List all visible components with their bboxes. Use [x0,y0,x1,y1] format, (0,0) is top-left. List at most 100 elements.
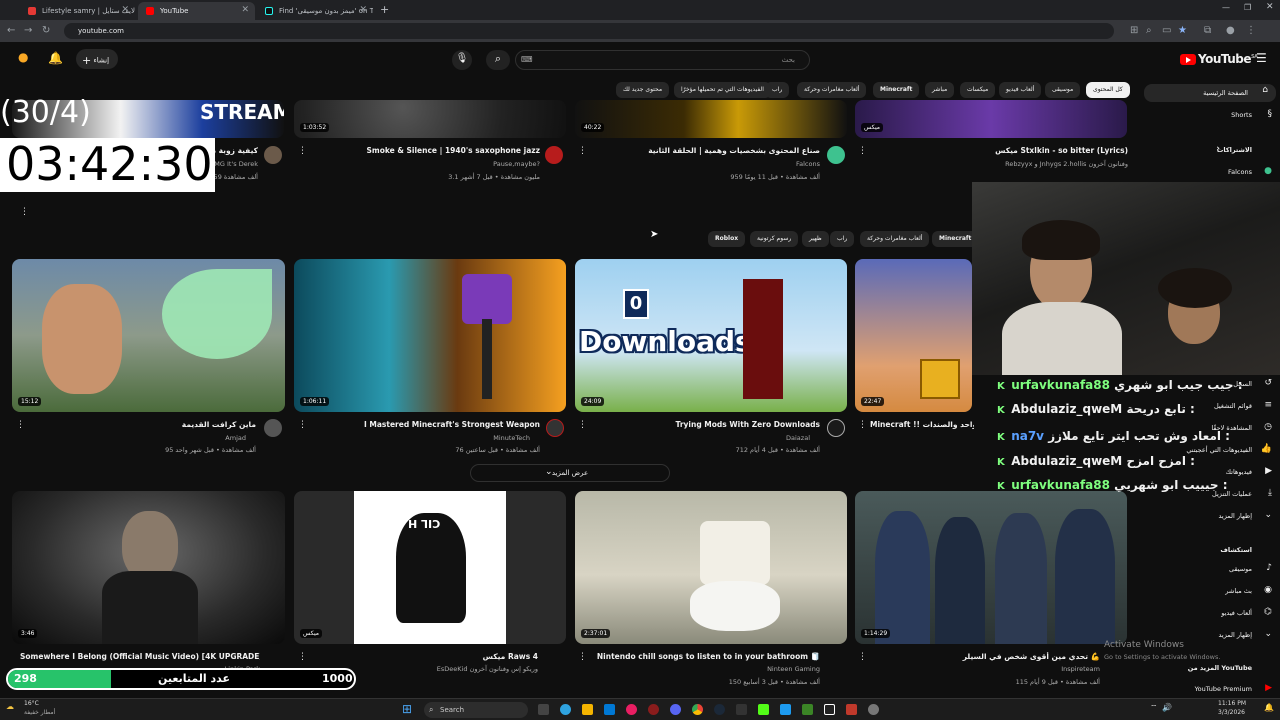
video-menu-icon[interactable]: ⋮ [578,652,587,662]
back-icon[interactable]: ← [7,25,15,36]
video-title[interactable]: تحدي مين أقوى شخص في السيلر 💪 [870,652,1100,661]
sidebar-header-subscriptions[interactable]: الاشتراكات › [1140,143,1280,157]
bookmark-star-icon[interactable]: ★ [1178,25,1187,36]
chip-all[interactable]: كل المحتوى [1086,82,1130,98]
taskbar-search-input[interactable]: ⌕ Search [424,702,528,718]
video-channel[interactable]: Inspireteam [870,665,1100,673]
app-icon[interactable] [626,704,637,715]
video-thumbnail[interactable]: 1:03:52 [294,100,566,138]
video-title[interactable]: ماين كرافت القديمة [30,420,256,429]
sidebar-item-music[interactable]: موسيقى ♪ [1140,562,1280,576]
obs-icon[interactable] [736,704,747,715]
windows-start-icon[interactable]: ⊞ [402,702,412,716]
close-window-icon[interactable]: ✕ [1266,2,1274,12]
settings-icon[interactable] [868,704,879,715]
extensions-icon[interactable]: ⧉ [1204,25,1211,36]
video-menu-icon[interactable]: ⋮ [298,146,307,156]
video-menu-icon[interactable]: ⋮ [858,146,867,156]
video-thumbnail[interactable]: 2:37:01 [575,491,847,644]
app-icon[interactable] [648,704,659,715]
video-title[interactable]: Minecraft !! ماين كرافت ولكن على بلوك وا… [870,420,974,429]
video-title[interactable]: ميكس Raws 4 [310,652,538,661]
video-channel[interactable]: Pause,maybe? [310,160,540,168]
video-thumbnail[interactable]: 40:22 [575,100,847,138]
kick-app-icon[interactable] [758,704,769,715]
shelf-chip[interactable]: Roblox [708,231,746,247]
channel-avatar[interactable] [545,146,563,164]
video-channel[interactable]: Ninteen Gaming [590,665,820,673]
discord-icon[interactable] [670,704,681,715]
notifications-bell-icon[interactable]: 🔔 [48,51,63,65]
sidebar-item-subscription[interactable]: Falcons ● [1140,165,1280,179]
shelf-chip[interactable]: ألعاب مغامرات وحركة [860,231,930,247]
shelf-chip[interactable]: رسوم كرتونية [750,231,799,247]
video-channel[interactable]: MinuteTech [310,434,530,442]
new-tab-button[interactable]: + [380,3,389,16]
maximize-icon[interactable]: ❐ [1244,3,1251,12]
shelf-chip[interactable]: ظهير [802,231,829,247]
video-title[interactable]: Somewhere I Belong (Official Music Video… [20,652,260,661]
notifications-icon[interactable]: 🔔 [1264,703,1274,712]
chrome-icon[interactable] [692,704,703,715]
video-menu-icon[interactable]: ⋮ [578,146,587,156]
channel-avatar[interactable] [827,419,845,437]
browser-tab[interactable]: Lifestyle samry | سامري لايف ستايل ✕ [20,2,135,20]
chip-new-to-you[interactable]: محتوى جديد لك [616,82,670,98]
minimize-icon[interactable]: — [1222,3,1230,12]
video-title[interactable]: I Mastered Minecraft's Strongest Weapon [310,420,540,429]
chip-video-games[interactable]: ألعاب فيديو [999,82,1042,98]
video-menu-icon[interactable]: ⋮ [298,652,307,662]
video-thumbnail[interactable]: 22:47 [855,259,972,412]
app-icon[interactable] [846,704,857,715]
video-channel[interactable]: Rebzyyx و Jnhygs 2.hollis وفنانون آخرون [870,160,1128,168]
channel-avatar[interactable] [546,419,564,437]
sidebar-item-premium[interactable]: YouTube Premium ▶ [1140,682,1280,696]
video-menu-icon[interactable]: ⋮ [16,420,25,430]
video-thumbnail[interactable]: 1:14:29 [855,491,1127,644]
translate-icon[interactable]: ⊞ [1130,25,1138,36]
video-thumbnail[interactable]: 15:12 [12,259,285,412]
show-more-button[interactable]: عرض المزيد ⌄ [470,464,670,482]
close-tab-icon[interactable]: ✕ [121,5,129,15]
chip-action-adventure[interactable]: ألعاب مغامرات وحركة [797,82,867,98]
volume-icon[interactable]: 🔊 [1162,703,1172,712]
video-thumbnail[interactable]: 0 Downloads 24:09 [575,259,847,412]
chip-music[interactable]: موسيقى [1045,82,1081,98]
menu-hamburger-icon[interactable]: ☰ [1256,51,1267,65]
sidebar-item-home[interactable]: الصفحة الرئيسية ⌂ [1144,84,1276,102]
video-thumbnail[interactable]: 1:06:11 [294,259,566,412]
video-channel[interactable]: Daiazal [590,434,810,442]
edge-icon[interactable] [560,704,571,715]
task-view-icon[interactable] [538,704,549,715]
search-input[interactable]: بحث [515,50,810,70]
close-tab-icon[interactable]: ✕ [241,5,249,15]
channel-avatar[interactable] [264,419,282,437]
voice-search-button[interactable]: 🎙 [452,50,472,70]
video-title[interactable]: Smoke & Silence | 1940's saxophone jazz [310,146,541,155]
video-thumbnail[interactable]: ميكس [855,100,1127,138]
chip-mixes[interactable]: ميكسات [960,82,996,98]
chip-recently-uploaded[interactable]: الفيديوهات التي تم تحميلها مؤخرًا [674,82,771,98]
video-channel[interactable]: Falcons [590,160,820,168]
video-menu-icon[interactable]: ⋮ [578,420,587,430]
reload-icon[interactable]: ↻ [42,25,50,36]
channel-avatar[interactable] [264,146,282,164]
sidebar-item-live[interactable]: بث مباشر ◉ [1140,584,1280,598]
browser-tab-active[interactable]: YouTube ✕ [138,2,255,20]
video-channel[interactable]: Amjad [30,434,246,442]
shelf-chip[interactable]: راب [830,231,855,247]
sidebar-item-show-more[interactable]: إظهار المزيد ⌄ [1140,509,1280,523]
steam-icon[interactable] [714,704,725,715]
zoom-icon[interactable]: ⌕ [1146,25,1152,36]
shelf-menu-icon[interactable]: ⋮ [20,207,29,217]
keyboard-icon[interactable]: ⌨ [521,55,533,64]
video-title[interactable]: صناع المحتوى بشخصيات وهمية | الحلقة الثا… [590,146,820,155]
browser-tab[interactable]: Find 'ميمز بدون موسيقى' on TikTok ✕ [257,2,373,20]
address-bar[interactable]: youtube.com [64,23,1114,39]
capcut-icon[interactable] [824,704,835,715]
network-icon[interactable]: ⌔ [1150,703,1158,713]
sidebar-item-gaming[interactable]: ألعاب فيديو ⌬ [1140,606,1280,620]
channel-avatar[interactable] [827,146,845,164]
chip-minecraft[interactable]: Minecraft [873,82,920,98]
cast-icon[interactable]: ▭ [1162,25,1171,36]
